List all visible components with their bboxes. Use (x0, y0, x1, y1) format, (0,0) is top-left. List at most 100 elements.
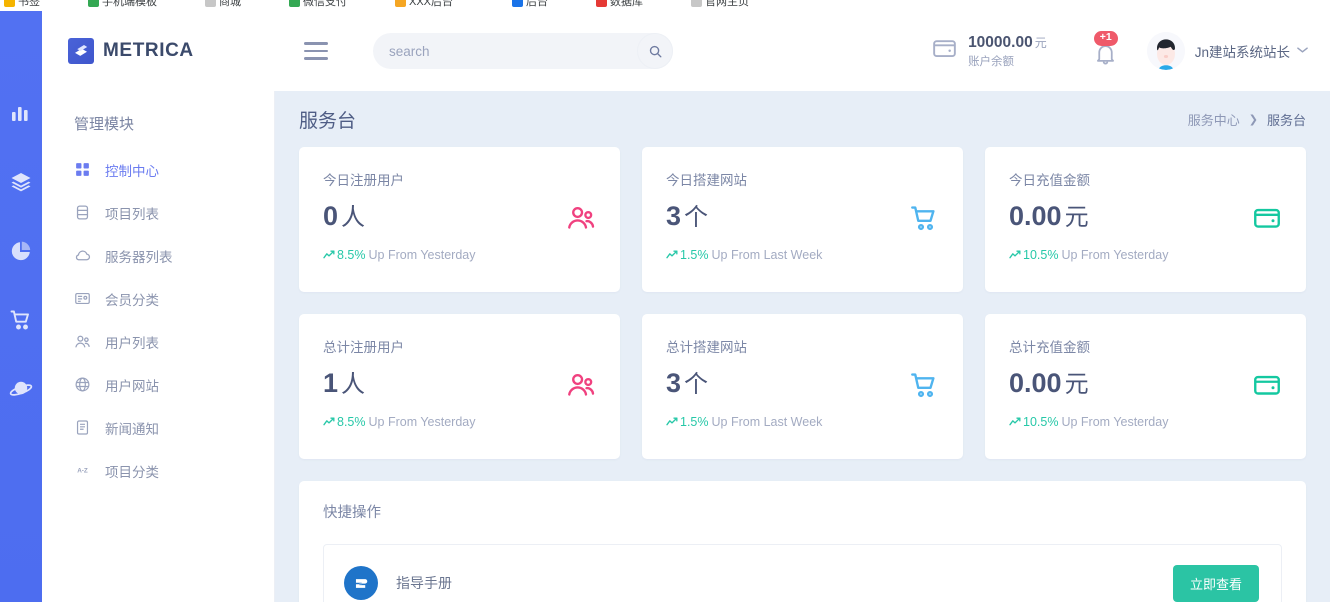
bookmark-label: 书签 (18, 0, 40, 9)
quick-action-label: 指导手册 (396, 573, 452, 593)
stat-card-trend-text: Up From Last Week (712, 248, 823, 262)
stat-card-number: 3 (666, 368, 681, 398)
stat-card-row-1: 今日注册用户0人8.5%Up From Yesterday今日搭建网站3个1.5… (299, 147, 1306, 292)
bookmark-favicon-icon (395, 0, 406, 7)
bookmark-favicon-icon (512, 0, 523, 7)
sidebar-item-5[interactable]: 用户列表 (42, 326, 274, 357)
bookmark-item[interactable]: 官网主页 (691, 0, 749, 9)
avatar[interactable] (1147, 32, 1185, 70)
stat-card: 总计注册用户1人8.5%Up From Yesterday (299, 314, 620, 459)
chevron-down-icon[interactable] (1297, 45, 1308, 57)
breadcrumb: 服务中心 ❯ 服务台 (1188, 110, 1306, 129)
stat-card-value: 0人 (323, 203, 596, 230)
bookmark-label: 后台 (526, 0, 548, 9)
stat-card-unit: 个 (684, 204, 708, 231)
bar-chart-icon[interactable] (9, 101, 33, 125)
stat-card-unit: 元 (1065, 204, 1089, 231)
quick-action-row: 指导手册 立即查看 (323, 544, 1282, 602)
stat-card-trend-text: Up From Yesterday (369, 248, 476, 262)
notification-bell[interactable]: +1 (1091, 34, 1121, 68)
bookmark-label: 微信支付 (303, 0, 347, 9)
breadcrumb-parent[interactable]: 服务中心 (1188, 110, 1240, 129)
stat-card-trend-pct: 1.5% (680, 248, 709, 262)
sidebar-item-4[interactable]: 会员分类 (42, 283, 274, 314)
brand-logo[interactable]: METRICA (68, 38, 258, 64)
sidebar-item-7[interactable]: 新闻通知 (42, 412, 274, 443)
bookmark-item[interactable]: 后台 (512, 0, 548, 9)
stat-card-value: 1人 (323, 370, 596, 397)
balance-label: 账户余额 (968, 55, 1047, 69)
search-icon[interactable] (637, 33, 673, 69)
quick-action-button[interactable]: 立即查看 (1173, 565, 1259, 602)
bookmark-favicon-icon (4, 0, 15, 7)
stat-card-trend-pct: 8.5% (337, 248, 366, 262)
stat-card-trend: 1.5% Up From Last Week (666, 248, 939, 262)
hamburger-icon[interactable] (304, 42, 328, 60)
stat-card-value: 3个 (666, 203, 939, 230)
stat-card: 今日搭建网站3个1.5% Up From Last Week (642, 147, 963, 292)
bookmark-item[interactable]: 微信支付 (289, 0, 347, 9)
sidebar-title: 管理模块 (42, 113, 274, 134)
trend-up-icon (1009, 417, 1021, 427)
stat-card-number: 0 (323, 201, 338, 231)
sidebar-item-8[interactable]: A-Z项目分类 (42, 455, 274, 486)
bookmark-label: 手机端模板 (102, 0, 157, 9)
stat-card: 今日注册用户0人8.5%Up From Yesterday (299, 147, 620, 292)
shopping-cart-icon (909, 370, 939, 400)
sidebar-item-label: 控制中心 (105, 160, 159, 180)
stat-card-trend-pct: 1.5% (680, 415, 709, 429)
bookmark-item[interactable]: 数据库 (596, 0, 643, 9)
trend-up-icon (323, 417, 335, 427)
bookmark-item[interactable]: 商城 (205, 0, 241, 9)
planet-icon[interactable] (9, 377, 33, 401)
breadcrumb-separator-icon: ❯ (1249, 113, 1258, 126)
bookmark-label: 数据库 (610, 0, 643, 9)
sidebar-item-1[interactable]: 控制中心 (42, 154, 274, 185)
page-header: 服务台 服务中心 ❯ 服务台 (299, 91, 1306, 147)
pie-chart-icon[interactable] (9, 239, 33, 263)
bookmark-item[interactable]: 手机端模板 (88, 0, 157, 9)
stat-card-unit: 个 (684, 371, 708, 398)
bookmark-label: XXX后台 (409, 0, 453, 9)
stat-card-trend-text: Up From Last Week (712, 415, 823, 429)
balance-text: 10000.00元 账户余额 (968, 33, 1047, 69)
shopping-cart-icon[interactable] (9, 308, 33, 332)
sidebar-item-6[interactable]: 用户网站 (42, 369, 274, 400)
svg-text:A-Z: A-Z (77, 468, 88, 475)
stat-card-value: 3个 (666, 370, 939, 397)
stat-card-trend: 8.5%Up From Yesterday (323, 415, 596, 429)
account-balance[interactable]: 10000.00元 账户余额 (931, 33, 1047, 69)
stat-card-unit: 人 (341, 204, 365, 231)
id-card-icon (74, 290, 91, 307)
quick-actions-title: 快捷操作 (323, 501, 1282, 522)
sidebar-item-label: 用户网站 (105, 375, 159, 395)
bookmark-favicon-icon (205, 0, 216, 7)
a-z-icon: A-Z (74, 462, 91, 479)
search-input[interactable] (387, 43, 659, 60)
grid-icon (74, 161, 91, 178)
sidebar-item-label: 项目列表 (105, 203, 159, 223)
username[interactable]: Jn建站系统站长 (1195, 41, 1290, 61)
bookmark-label: 官网主页 (705, 0, 749, 9)
trend-up-icon (666, 417, 678, 427)
sidebar-item-3[interactable]: 服务器列表 (42, 240, 274, 271)
layers-icon[interactable] (9, 170, 33, 194)
trend-up-icon (666, 250, 678, 260)
stat-card-trend: 10.5% Up From Yesterday (1009, 248, 1282, 262)
stat-card-number: 1 (323, 368, 338, 398)
balance-unit: 元 (1035, 36, 1047, 50)
sidebar-item-2[interactable]: 项目列表 (42, 197, 274, 228)
stat-card-number: 0.00 (1009, 201, 1062, 231)
brand-name: METRICA (103, 40, 194, 62)
bookmark-item[interactable]: XXX后台 (395, 0, 453, 9)
search-box[interactable] (373, 33, 673, 69)
stat-card-number: 0.00 (1009, 368, 1062, 398)
header-right-group: 10000.00元 账户余额 +1 (931, 32, 1308, 70)
notification-badge: +1 (1094, 31, 1118, 46)
stat-card-number: 3 (666, 201, 681, 231)
bookmark-item[interactable]: 书签 (4, 0, 40, 9)
app-root: 书签 手机端模板 商城 微信支付 XXX后台 后台 数据库 官网主页 METRICA (0, 0, 1330, 602)
bookmark-favicon-icon (88, 0, 99, 7)
stat-card-trend-text: Up From Yesterday (1061, 248, 1168, 262)
stat-card-trend-pct: 10.5% (1023, 415, 1058, 429)
